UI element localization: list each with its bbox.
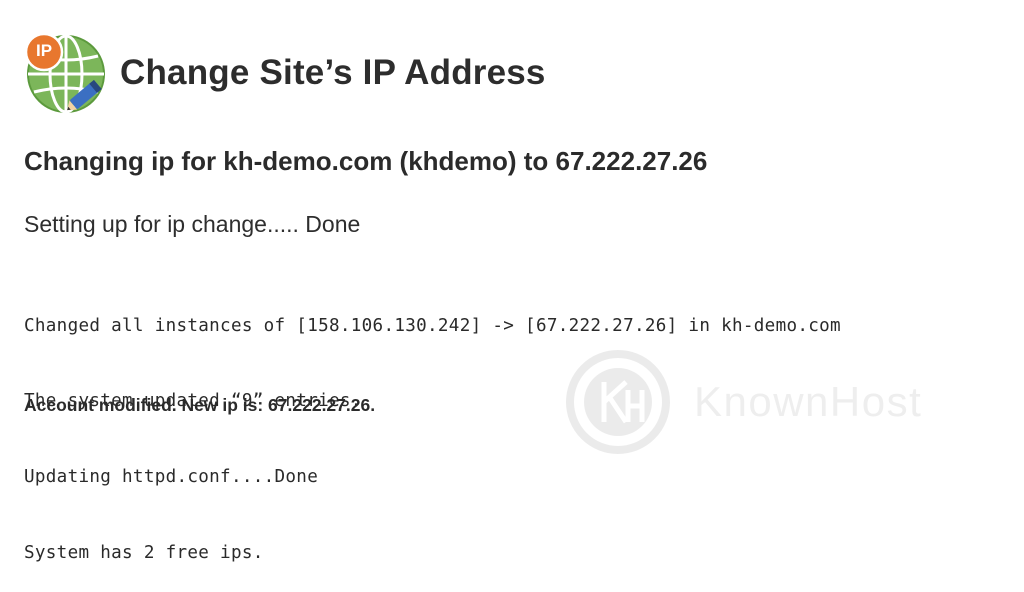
change-log-output: Changed all instances of [158.106.130.24… xyxy=(24,263,841,592)
setup-status-line: Setting up for ip change..... Done xyxy=(24,211,361,237)
log-line: Updating httpd.conf....Done xyxy=(24,467,319,488)
log-line: Changed all instances of [158.106.130.24… xyxy=(24,315,841,336)
page-header: IP Change Site’s IP Address xyxy=(22,30,546,116)
result-message: Account modified. New ip is: 67.222.27.2… xyxy=(24,395,376,415)
change-ip-heading: Changing ip for kh-demo.com (khdemo) to … xyxy=(24,146,708,176)
ip-badge-label: IP xyxy=(35,41,53,60)
globe-ip-icon: IP xyxy=(22,30,108,116)
log-line: System has 2 free ips. xyxy=(24,543,264,564)
page-title: Change Site’s IP Address xyxy=(120,53,546,92)
